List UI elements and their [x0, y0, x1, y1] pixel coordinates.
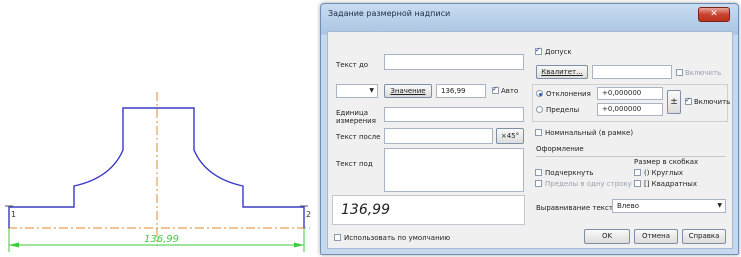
limits-radio[interactable] [536, 106, 543, 113]
round-brackets-label: () Круглых [644, 169, 684, 177]
nominal-checkbox[interactable] [535, 129, 542, 136]
enable-bottom-label: Включить [694, 98, 731, 106]
tolerance-checkbox[interactable] [535, 46, 542, 55]
formatting-group-label: Оформление [536, 145, 584, 153]
text-under-field[interactable] [384, 148, 524, 192]
enable-top-checkbox[interactable] [676, 69, 683, 76]
limits-label: Пределы [546, 106, 580, 114]
unit-field[interactable] [384, 107, 524, 122]
underline-label: Подчеркнуть [545, 169, 594, 177]
underline-checkbox[interactable] [535, 169, 542, 176]
one-line-checkbox[interactable] [535, 180, 542, 187]
value-field[interactable]: 136,99 [436, 84, 486, 98]
dialog-title: Задание размерной надписи [328, 9, 451, 18]
use-default-checkbox[interactable] [334, 234, 341, 241]
dialog-body: Текст до ▼ Значение 136,99 Авто Единица … [327, 31, 733, 249]
ok-button[interactable]: OK [584, 229, 630, 244]
close-icon[interactable]: ✕ [698, 7, 730, 22]
point-label-right: 2 [306, 210, 311, 219]
deviations-radio[interactable] [536, 90, 543, 97]
one-line-label: Пределы в одну строку [545, 180, 632, 188]
enable-bottom-checkbox[interactable] [685, 96, 692, 105]
qualitet-button[interactable]: Квалитет... [536, 65, 588, 79]
preview-text: 136,99 [341, 202, 390, 218]
qualitet-field[interactable] [592, 65, 672, 79]
use-default-label: Использовать по умолчанию [344, 234, 451, 242]
unit-label: Единица измерения [336, 109, 376, 125]
text-after-field[interactable] [384, 128, 493, 144]
round-brackets-checkbox[interactable] [634, 169, 641, 176]
dimension-value-text: 136,99 [144, 234, 179, 245]
cancel-button[interactable]: Отмена [634, 229, 678, 244]
formatting-separator [536, 156, 726, 157]
square-brackets-checkbox[interactable] [634, 180, 641, 187]
dimension-arrow-left [9, 242, 19, 248]
dimension-label-dialog: Задание размерной надписи ✕ Документ Нас… [320, 3, 739, 255]
chevron-down-icon: ▼ [717, 202, 722, 209]
square-brackets-label: [] Квадратных [644, 180, 697, 188]
point-label-left: 1 [11, 210, 16, 219]
text-before-label: Текст до [336, 61, 369, 69]
plus-minus-button[interactable]: ± [667, 90, 681, 114]
tolerance-label: Допуск [545, 48, 572, 56]
value-button[interactable]: Значение [384, 84, 432, 98]
text-under-label: Текст под [336, 160, 373, 168]
lower-deviation-field[interactable]: +0,000000 [597, 103, 663, 116]
menu-item-settings[interactable]: Настройки [376, 23, 416, 31]
text-before-field[interactable] [384, 54, 524, 70]
chevron-down-icon: ▼ [369, 87, 374, 94]
x45-button[interactable]: ×45° [496, 128, 524, 144]
upper-deviation-field[interactable]: +0,000000 [597, 87, 663, 100]
brackets-group-label: Размер в скобках [634, 158, 699, 166]
deviations-label: Отклонения [546, 90, 591, 98]
auto-checkbox[interactable] [492, 85, 499, 94]
symbol-select[interactable]: ▼ [336, 84, 378, 98]
align-label: Выравнивание текста [536, 204, 618, 212]
text-after-label: Текст после [336, 133, 381, 141]
auto-label: Авто [501, 87, 519, 95]
menu-item-dimensions[interactable]: Размеры [422, 23, 454, 31]
nominal-label: Номинальный (в рамке) [545, 129, 634, 137]
dimension-arrow-right [294, 242, 304, 248]
align-select[interactable]: Влево ▼ [612, 199, 726, 213]
preview-box: 136,99 [332, 195, 525, 225]
help-button[interactable]: Справка [682, 229, 726, 244]
enable-top-label: Включить [685, 69, 722, 77]
dialog-menu: Документ Настройки Размеры [333, 23, 454, 31]
cad-drawing: 1 2 136,99 [5, 92, 311, 252]
menu-item-document[interactable]: Документ [333, 23, 369, 31]
